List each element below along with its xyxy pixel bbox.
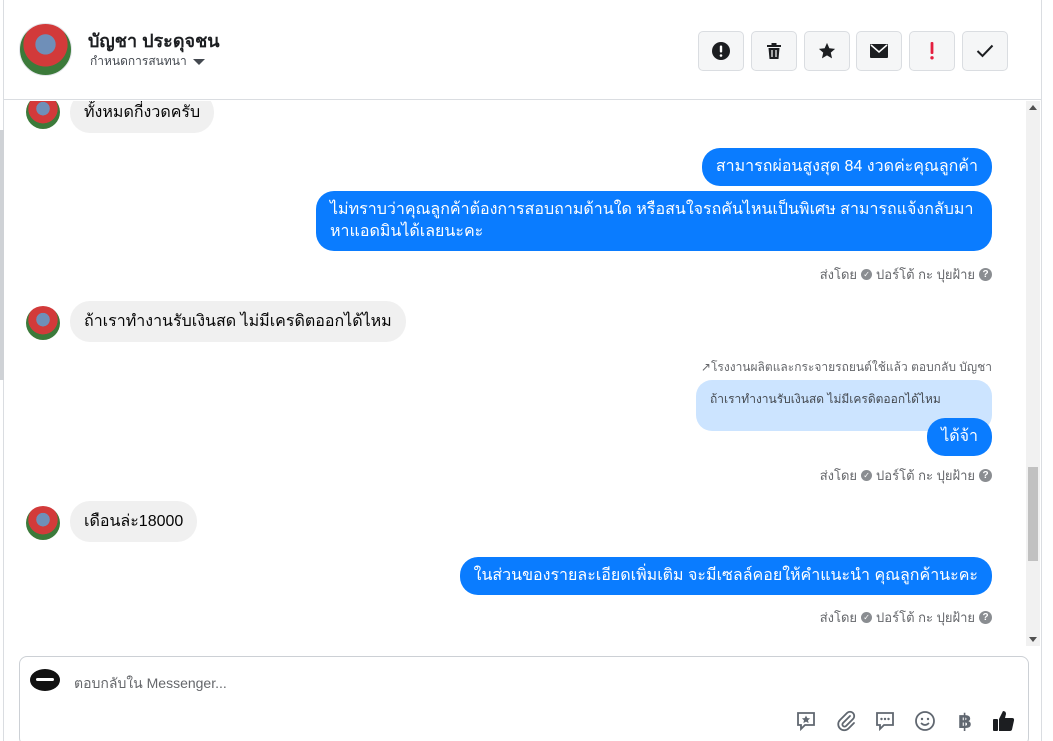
verified-icon: ✓ (861, 269, 873, 280)
sent-by-prefix: ส่งโดย (819, 267, 858, 282)
conversation-settings-label: กำหนดการสนทนา (90, 54, 187, 68)
sent-by-line: ส่งโดย ✓ ปอร์โต้ กะ ปุยฝ้าย ? (820, 607, 992, 628)
exclamation-icon (930, 42, 934, 60)
report-icon (712, 42, 730, 60)
incoming-message: ถ้าเราทำงานรับเงินสด ไม่มีเครดิตออกได้ไห… (70, 301, 406, 342)
check-icon (976, 44, 994, 58)
reply-input[interactable] (74, 675, 674, 691)
conversation-header: บัญชา ประดุจชน กำหนดการสนทนา (4, 0, 1041, 100)
message-thread[interactable]: ทั้งหมดกี่งวดครับ สามารถผ่อนสูงสุด 84 งว… (4, 101, 1041, 646)
sent-by-line: ส่งโดย ✓ ปอร์โต้ กะ ปุยฝ้าย ? (820, 465, 992, 486)
reply-context: ↗โรงงานผลิตและกระจายรถยนต์ใช้แล้ว ตอบกลั… (700, 360, 992, 374)
reply-composer: ฿ (19, 656, 1029, 741)
outgoing-message: ในส่วนของรายละเอียดเพิ่มเติม จะมีเซลล์คอ… (459, 557, 992, 595)
caret-down-icon (192, 58, 205, 65)
smiley-icon (915, 711, 935, 731)
right-edge (1041, 0, 1053, 741)
follow-up-button[interactable] (909, 31, 955, 71)
sent-by-prefix: ส่งโดย (819, 610, 858, 625)
verified-icon: ✓ (861, 612, 873, 623)
emoji-button[interactable] (913, 709, 937, 733)
incoming-message: เดือนล่ะ18000 (70, 501, 198, 542)
thread-scrollbar[interactable] (1026, 101, 1040, 646)
star-icon (818, 42, 836, 59)
chat-bubble-icon (876, 712, 894, 732)
report-button[interactable] (698, 31, 744, 71)
saved-reply-button[interactable] (794, 709, 818, 733)
verified-icon: ✓ (861, 470, 873, 481)
sent-by-line: ส่งโดย ✓ ปอร์โต้ กะ ปุยฝ้าย ? (820, 264, 992, 285)
thumbs-up-icon (993, 711, 1015, 731)
scroll-down-arrow-icon[interactable] (1029, 637, 1037, 642)
contact-avatar-small (26, 506, 60, 540)
sent-by-name: ปอร์โต้ กะ ปุยฝ้าย (876, 468, 975, 483)
paperclip-icon (837, 710, 856, 732)
page-logo-avatar (30, 669, 60, 691)
scroll-thumb[interactable] (1028, 467, 1038, 561)
chat-button[interactable] (873, 709, 897, 733)
conversation-settings-dropdown[interactable]: กำหนดการสนทนา (90, 52, 205, 71)
mark-unread-button[interactable] (856, 31, 902, 71)
outgoing-message: ได้จ้า (927, 418, 992, 456)
sent-by-prefix: ส่งโดย (819, 468, 858, 483)
help-icon[interactable]: ? (979, 469, 992, 482)
sent-by-name: ปอร์โต้ กะ ปุยฝ้าย (876, 267, 975, 282)
mark-done-button[interactable] (962, 31, 1008, 71)
sent-by-name: ปอร์โต้ กะ ปุยฝ้าย (876, 610, 975, 625)
delete-button[interactable] (751, 31, 797, 71)
contact-name[interactable]: บัญชา ประดุจชน (88, 26, 220, 55)
outgoing-message: ไม่ทราบว่าคุณลูกค้าต้องการสอบถามด้านใด ห… (316, 191, 992, 251)
saved-reply-icon (797, 712, 815, 732)
trash-icon (767, 43, 781, 59)
contact-avatar-small (26, 101, 60, 129)
scroll-up-arrow-icon[interactable] (1029, 105, 1037, 110)
incoming-message: ทั้งหมดกี่งวดครับ (70, 101, 215, 133)
contact-avatar[interactable] (19, 23, 72, 76)
contact-avatar-small (26, 306, 60, 340)
baht-icon: ฿ (958, 710, 972, 733)
help-icon[interactable]: ? (979, 611, 992, 624)
mail-icon (870, 44, 888, 58)
outgoing-message: สามารถผ่อนสูงสุด 84 งวดค่ะคุณลูกค้า (701, 148, 992, 186)
like-button[interactable] (992, 709, 1016, 733)
attach-button[interactable] (834, 709, 858, 733)
help-icon[interactable]: ? (979, 268, 992, 281)
payment-button[interactable]: ฿ (953, 709, 977, 733)
star-button[interactable] (804, 31, 850, 71)
